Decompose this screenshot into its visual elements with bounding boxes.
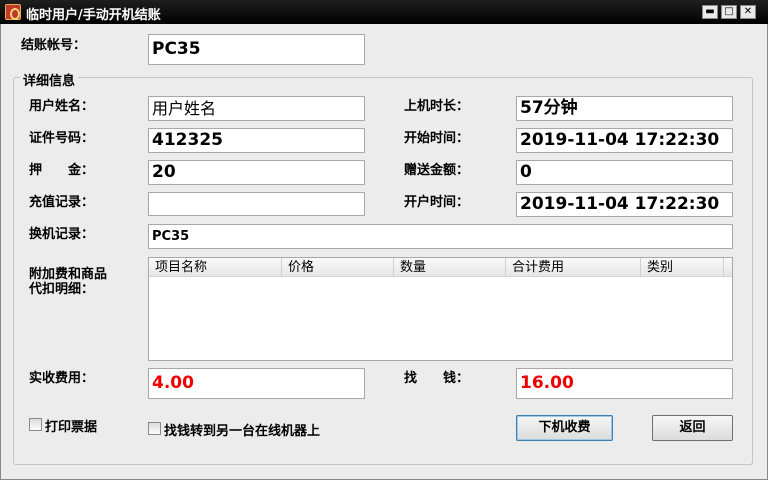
deposit-field[interactable]: 20 [148, 160, 365, 185]
checkout-button[interactable]: 下机收费 [516, 415, 613, 441]
user-name-label: 用户姓名： [29, 99, 95, 114]
bonus-label: 赠送金额： [404, 163, 470, 178]
window-title: 临时用户/手动开机结账 [26, 8, 161, 23]
minimize-button[interactable]: ▬ [702, 5, 718, 19]
start-time-label: 开始时间： [404, 131, 470, 146]
id-number-field[interactable]: 412325 [148, 128, 365, 153]
maximize-button[interactable]: □ [721, 5, 737, 19]
swap-label: 换机记录： [29, 227, 95, 242]
transfer-change-label[interactable]: 找钱转到另一台在线机器上 [164, 420, 320, 439]
account-label: 结账帐号： [21, 38, 87, 53]
title-bar: 临时用户/手动开机结账 ▬ □ ✕ [0, 0, 768, 24]
column-quantity[interactable]: 数量 [394, 258, 506, 277]
account-field[interactable]: PC35 [148, 34, 365, 65]
open-time-field[interactable]: 2019-11-04 17:22:30 [516, 192, 733, 217]
extras-list-header: 项目名称 价格 数量 合计费用 类别 [149, 258, 732, 277]
deposit-label: 押 金： [29, 163, 95, 178]
id-number-label: 证件号码： [29, 131, 95, 146]
extras-label-line2: 代扣明细： [29, 282, 95, 297]
back-button[interactable]: 返回 [652, 415, 733, 441]
received-field[interactable]: 4.00 [148, 368, 365, 399]
extras-list[interactable]: 项目名称 价格 数量 合计费用 类别 [148, 257, 733, 361]
swap-field[interactable]: PC35 [148, 224, 733, 249]
open-time-label: 开户时间： [404, 195, 470, 210]
received-label: 实收费用： [29, 371, 95, 386]
column-total-fee[interactable]: 合计费用 [506, 258, 641, 277]
print-receipt-label[interactable]: 打印票据 [45, 416, 97, 435]
print-receipt-checkbox[interactable] [29, 418, 42, 431]
change-label: 找 钱： [404, 371, 470, 386]
start-time-field[interactable]: 2019-11-04 17:22:30 [516, 128, 733, 153]
column-category[interactable]: 类别 [641, 258, 724, 277]
change-field[interactable]: 16.00 [516, 368, 733, 399]
user-name-field[interactable]: 用户姓名 [148, 96, 365, 121]
column-item-name[interactable]: 项目名称 [149, 258, 282, 277]
column-price[interactable]: 价格 [282, 258, 394, 277]
duration-field[interactable]: 57分钟 [516, 96, 733, 121]
transfer-change-checkbox[interactable] [148, 422, 161, 435]
duration-label: 上机时长： [404, 99, 470, 114]
app-icon [5, 4, 21, 20]
close-button[interactable]: ✕ [740, 5, 756, 19]
recharge-label: 充值记录： [29, 195, 95, 210]
recharge-field[interactable] [148, 192, 365, 216]
bonus-field[interactable]: 0 [516, 160, 733, 185]
details-group-title: 详细信息 [20, 70, 79, 89]
